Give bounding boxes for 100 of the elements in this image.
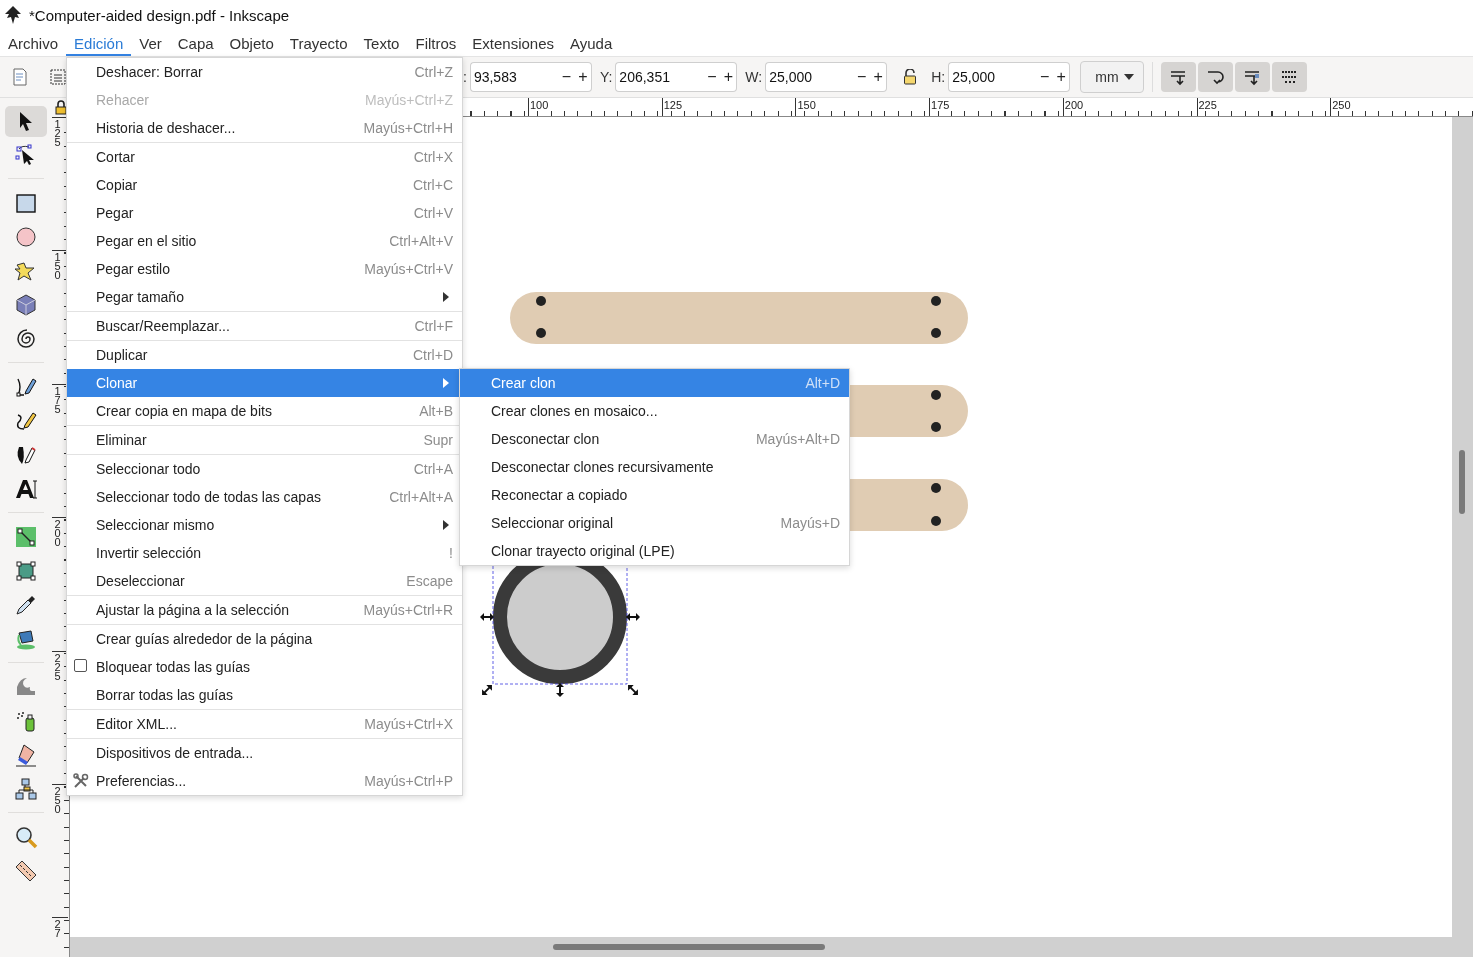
shortcut-text: Alt+B bbox=[419, 403, 453, 419]
connector-icon bbox=[14, 777, 38, 801]
menu-item[interactable]: Ajustar la página a la selección Mayús+Ctrl+R bbox=[67, 596, 462, 624]
resize-handle[interactable] bbox=[556, 683, 564, 697]
resize-handle[interactable] bbox=[480, 613, 494, 621]
menu-item[interactable]: Seleccionar mismo bbox=[67, 511, 462, 539]
vertical-scrollbar[interactable] bbox=[1452, 117, 1473, 937]
ruler-label: 225 bbox=[1198, 99, 1217, 111]
menu-item[interactable]: Preferencias... Mayús+Ctrl+P bbox=[67, 767, 462, 795]
ruler-label: 250 bbox=[54, 787, 61, 814]
menu-title[interactable]: Texto bbox=[355, 30, 408, 56]
hole-dot bbox=[931, 328, 941, 338]
menu-item[interactable]: Desconectar clones recursivamente bbox=[460, 453, 849, 481]
menu-item[interactable]: Seleccionar todo de todas las capas Ctrl+Alt+A bbox=[67, 483, 462, 511]
hole-dot bbox=[931, 483, 941, 493]
menu-title[interactable]: Archivo bbox=[0, 30, 67, 56]
menu-item[interactable]: Copiar Ctrl+C bbox=[67, 171, 462, 199]
tool-button[interactable] bbox=[5, 105, 47, 137]
ruler-label: 200 bbox=[1064, 99, 1084, 111]
menu-item[interactable]: Pegar en el sitio Ctrl+Alt+V bbox=[67, 227, 462, 255]
menu-title[interactable]: Trayecto bbox=[281, 30, 356, 56]
toolbar-button[interactable] bbox=[1160, 62, 1196, 92]
number-field[interactable]: 25,000 bbox=[765, 62, 854, 92]
shortcut-text: Mayús+Ctrl+H bbox=[363, 120, 453, 136]
menu-title[interactable]: Capa bbox=[169, 30, 222, 56]
number-field[interactable]: 93,583 bbox=[469, 62, 558, 92]
number-field[interactable]: 206,351 bbox=[615, 62, 704, 92]
snap-curve-icon bbox=[1205, 68, 1226, 86]
menu-item[interactable]: Desconectar clon Mayús+Alt+D bbox=[460, 425, 849, 453]
menu-item[interactable]: Clonar bbox=[67, 369, 462, 397]
ruler-icon bbox=[14, 859, 38, 883]
menu-item[interactable]: Deseleccionar Escape bbox=[67, 567, 462, 595]
paint-bucket-icon bbox=[14, 627, 38, 651]
menu-item[interactable]: Reconectar a copiado bbox=[460, 481, 849, 509]
menu-item[interactable]: Crear clon Alt+D bbox=[460, 369, 849, 397]
resize-handle[interactable] bbox=[626, 613, 640, 621]
menu-item[interactable]: Borrar todas las guías bbox=[67, 681, 462, 709]
toolbar-button[interactable] bbox=[1197, 62, 1233, 92]
shortcut-text: Ctrl+X bbox=[413, 149, 453, 165]
field-label: H: bbox=[931, 69, 946, 85]
menu-item[interactable]: Bloquear todas las guías bbox=[67, 653, 462, 681]
menu-item[interactable]: Pegar Ctrl+V bbox=[67, 199, 462, 227]
submenu-arrow-icon bbox=[443, 292, 449, 302]
shortcut-text: Ctrl+C bbox=[412, 177, 453, 193]
menu-item[interactable]: Deshacer: Borrar Ctrl+Z bbox=[67, 58, 462, 86]
menu-item[interactable]: Pegar tamaño bbox=[67, 283, 462, 311]
menu-item[interactable]: Cortar Ctrl+X bbox=[67, 143, 462, 171]
horizontal-scrollbar[interactable] bbox=[70, 937, 1473, 957]
checkbox[interactable] bbox=[74, 659, 87, 672]
document-icon bbox=[12, 68, 28, 86]
decrement-button[interactable]: − bbox=[703, 62, 721, 92]
scrollbar-thumb[interactable] bbox=[1459, 450, 1465, 514]
text-icon bbox=[14, 477, 38, 501]
rectangle-icon bbox=[14, 191, 38, 215]
menu-item[interactable]: Seleccionar todo Ctrl+A bbox=[67, 455, 462, 483]
menu-title[interactable]: Extensiones bbox=[464, 30, 563, 56]
ruler-label: 200 bbox=[54, 520, 61, 548]
scrollbar-thumb[interactable] bbox=[553, 944, 825, 950]
menu-item[interactable]: Crear guías alrededor de la página bbox=[67, 625, 462, 653]
shortcut-text: Mayús+Ctrl+Z bbox=[365, 92, 453, 108]
dropper-icon bbox=[14, 593, 38, 617]
menu-item[interactable]: Duplicar Ctrl+D bbox=[67, 341, 462, 369]
menu-title[interactable]: Objeto bbox=[221, 30, 282, 56]
menu-item[interactable]: Clonar trayecto original (LPE) bbox=[460, 537, 849, 565]
increment-button[interactable]: + bbox=[720, 62, 738, 92]
zoom-icon bbox=[14, 825, 38, 849]
ruler-label: 250 bbox=[1332, 99, 1351, 111]
menu-item[interactable]: Dispositivos de entrada... bbox=[67, 739, 462, 767]
shortcut-text: Ctrl+Alt+A bbox=[389, 489, 453, 505]
toolbar-button[interactable] bbox=[1271, 62, 1307, 92]
menu-item[interactable]: Historia de deshacer... Mayús+Ctrl+H bbox=[67, 114, 462, 142]
menu-item[interactable]: Invertir selección ! bbox=[67, 539, 462, 567]
decrement-button[interactable]: − bbox=[853, 62, 871, 92]
hole-dot bbox=[536, 328, 546, 338]
decrement-button[interactable]: − bbox=[1036, 62, 1054, 92]
menu-item[interactable]: Crear copia en mapa de bits Alt+B bbox=[67, 397, 462, 425]
menu-title[interactable]: Filtros bbox=[407, 30, 465, 56]
menu-title[interactable]: Ver bbox=[131, 30, 170, 56]
shortcut-text: Supr bbox=[423, 432, 453, 448]
increment-button[interactable]: + bbox=[870, 62, 888, 92]
menu-item[interactable]: Buscar/Reemplazar... Ctrl+F bbox=[67, 312, 462, 340]
lock-icon bbox=[903, 69, 918, 85]
menu-title[interactable]: Ayuda bbox=[562, 30, 621, 56]
menu-item[interactable]: Eliminar Supr bbox=[67, 426, 462, 454]
number-field[interactable]: 25,000 bbox=[948, 62, 1037, 92]
resize-handle[interactable] bbox=[628, 685, 638, 695]
menu-item[interactable]: Pegar estilo Mayús+Ctrl+V bbox=[67, 255, 462, 283]
spray-icon bbox=[14, 709, 38, 733]
hole-dot bbox=[931, 390, 941, 400]
unit-dropdown[interactable]: mm bbox=[1080, 61, 1144, 93]
menu-item[interactable]: Crear clones en mosaico... bbox=[460, 397, 849, 425]
menu-item[interactable]: Seleccionar original Mayús+D bbox=[460, 509, 849, 537]
resize-handle[interactable] bbox=[482, 685, 492, 695]
caret-icon bbox=[1123, 74, 1134, 80]
toolbar-button[interactable] bbox=[1234, 62, 1270, 92]
menu-item[interactable]: Editor XML... Mayús+Ctrl+X bbox=[67, 710, 462, 738]
increment-button[interactable]: + bbox=[1053, 62, 1071, 92]
cube-icon bbox=[14, 293, 38, 317]
hole-dot bbox=[536, 296, 546, 306]
shortcut-text: Ctrl+V bbox=[413, 205, 453, 221]
